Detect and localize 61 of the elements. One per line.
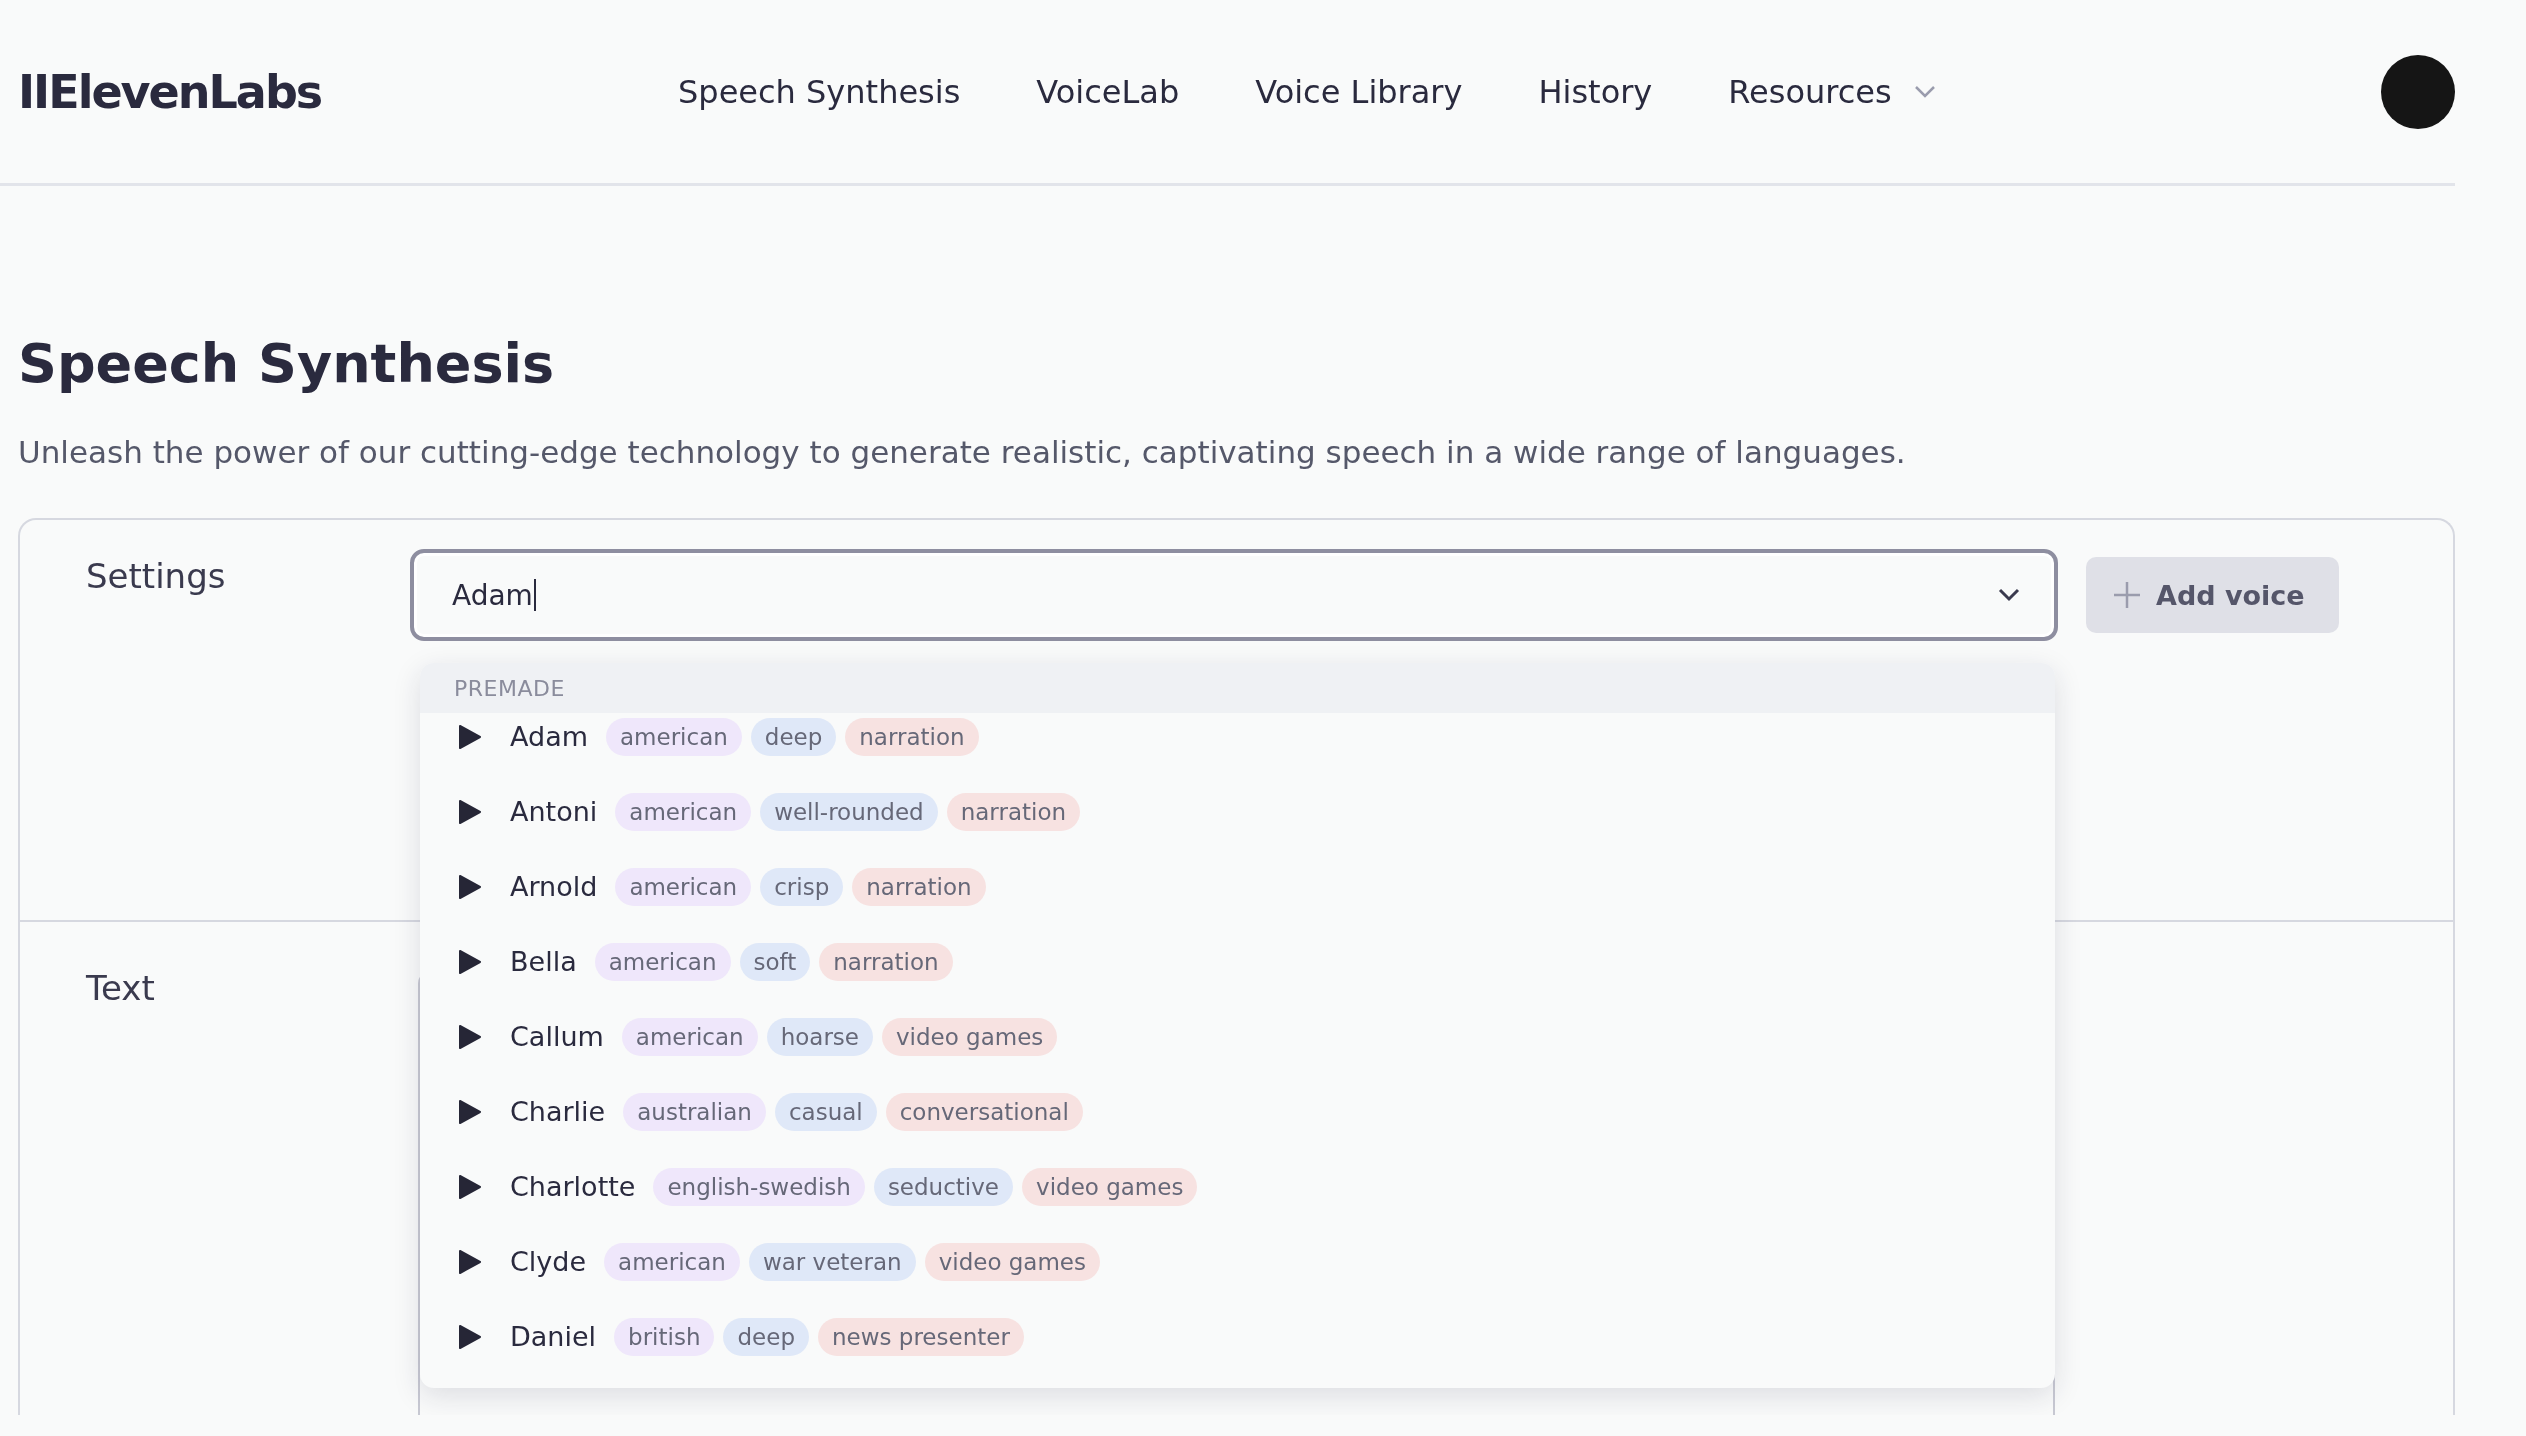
nav-link[interactable]: Resources (1728, 72, 1936, 111)
play-icon[interactable] (458, 1323, 482, 1350)
voice-tag: video games (882, 1017, 1058, 1056)
play-icon[interactable] (458, 1248, 482, 1275)
voice-tag: narration (946, 792, 1081, 831)
voice-tag: deep (723, 1317, 809, 1356)
voice-tag: crisp (760, 867, 844, 906)
voice-name[interactable]: Daniel (510, 1321, 597, 1352)
play-icon[interactable] (458, 723, 482, 750)
play-icon[interactable] (458, 798, 482, 825)
text-cursor (533, 579, 536, 611)
voice-tag: english-swedish (653, 1167, 865, 1206)
voice-name[interactable]: Bella (510, 946, 577, 977)
add-voice-button[interactable]: Add voice (2086, 557, 2339, 633)
voice-tag: well-rounded (760, 792, 938, 831)
voice-tag: casual (774, 1092, 877, 1131)
voice-name[interactable]: Charlie (510, 1096, 606, 1127)
play-icon[interactable] (458, 1023, 482, 1050)
voice-tag: narration (845, 717, 979, 756)
plus-icon (2112, 580, 2142, 610)
voice-tag: american (594, 942, 731, 981)
voice-tag: american (621, 1017, 758, 1056)
voice-tag: soft (739, 942, 811, 981)
play-icon[interactable] (458, 873, 482, 900)
voice-name[interactable]: Charlotte (510, 1171, 636, 1202)
group-heading: PREMADE (454, 675, 565, 701)
voice-tag: american (606, 717, 742, 756)
voice-tag: war veteran (748, 1242, 916, 1281)
nav-link[interactable]: History (1538, 72, 1653, 111)
nav-link[interactable]: Voice Library (1255, 72, 1463, 111)
voice-name[interactable]: Arnold (510, 871, 598, 902)
nav-link[interactable]: Speech Synthesis (678, 72, 961, 111)
voice-tag: seductive (873, 1167, 1014, 1206)
voice-tag: british (614, 1317, 715, 1356)
section-label: Text (85, 967, 155, 1010)
voice-name[interactable]: Callum (510, 1021, 604, 1052)
voice-tag: video games (1022, 1167, 1198, 1206)
voice-tag: narration (819, 942, 953, 981)
voice-name[interactable]: Clyde (510, 1246, 587, 1277)
voice-tag: australian (623, 1092, 766, 1131)
voice-select[interactable]: Adam (410, 549, 2058, 641)
voice-tag: news presenter (818, 1317, 1024, 1356)
play-icon[interactable] (458, 948, 482, 975)
chevron-down-icon (1913, 84, 1936, 99)
logo[interactable]: IIElevenLabs (18, 64, 678, 119)
nav-link[interactable]: VoiceLab (1036, 72, 1180, 111)
voice-tag: narration (852, 867, 986, 906)
play-icon[interactable] (458, 1098, 482, 1125)
voice-tag: hoarse (766, 1017, 873, 1056)
voice-tag: conversational (885, 1092, 1083, 1131)
voice-name[interactable]: Adam (510, 721, 588, 752)
page-subtitle: Unleash the power of our cutting-edge technology to generate realistic, captivating speech in a wide range of languages. (18, 433, 1907, 472)
section-label: Settings (85, 555, 226, 598)
page-title: Speech Synthesis (18, 331, 555, 397)
voice-tag: video games (924, 1242, 1100, 1281)
voice-tag: american (604, 1242, 740, 1281)
voice-tag: deep (750, 717, 837, 756)
voice-tag: american (615, 792, 752, 831)
voice-name[interactable]: Antoni (510, 796, 598, 827)
play-icon[interactable] (458, 1173, 482, 1200)
voice-tag: american (615, 867, 752, 906)
